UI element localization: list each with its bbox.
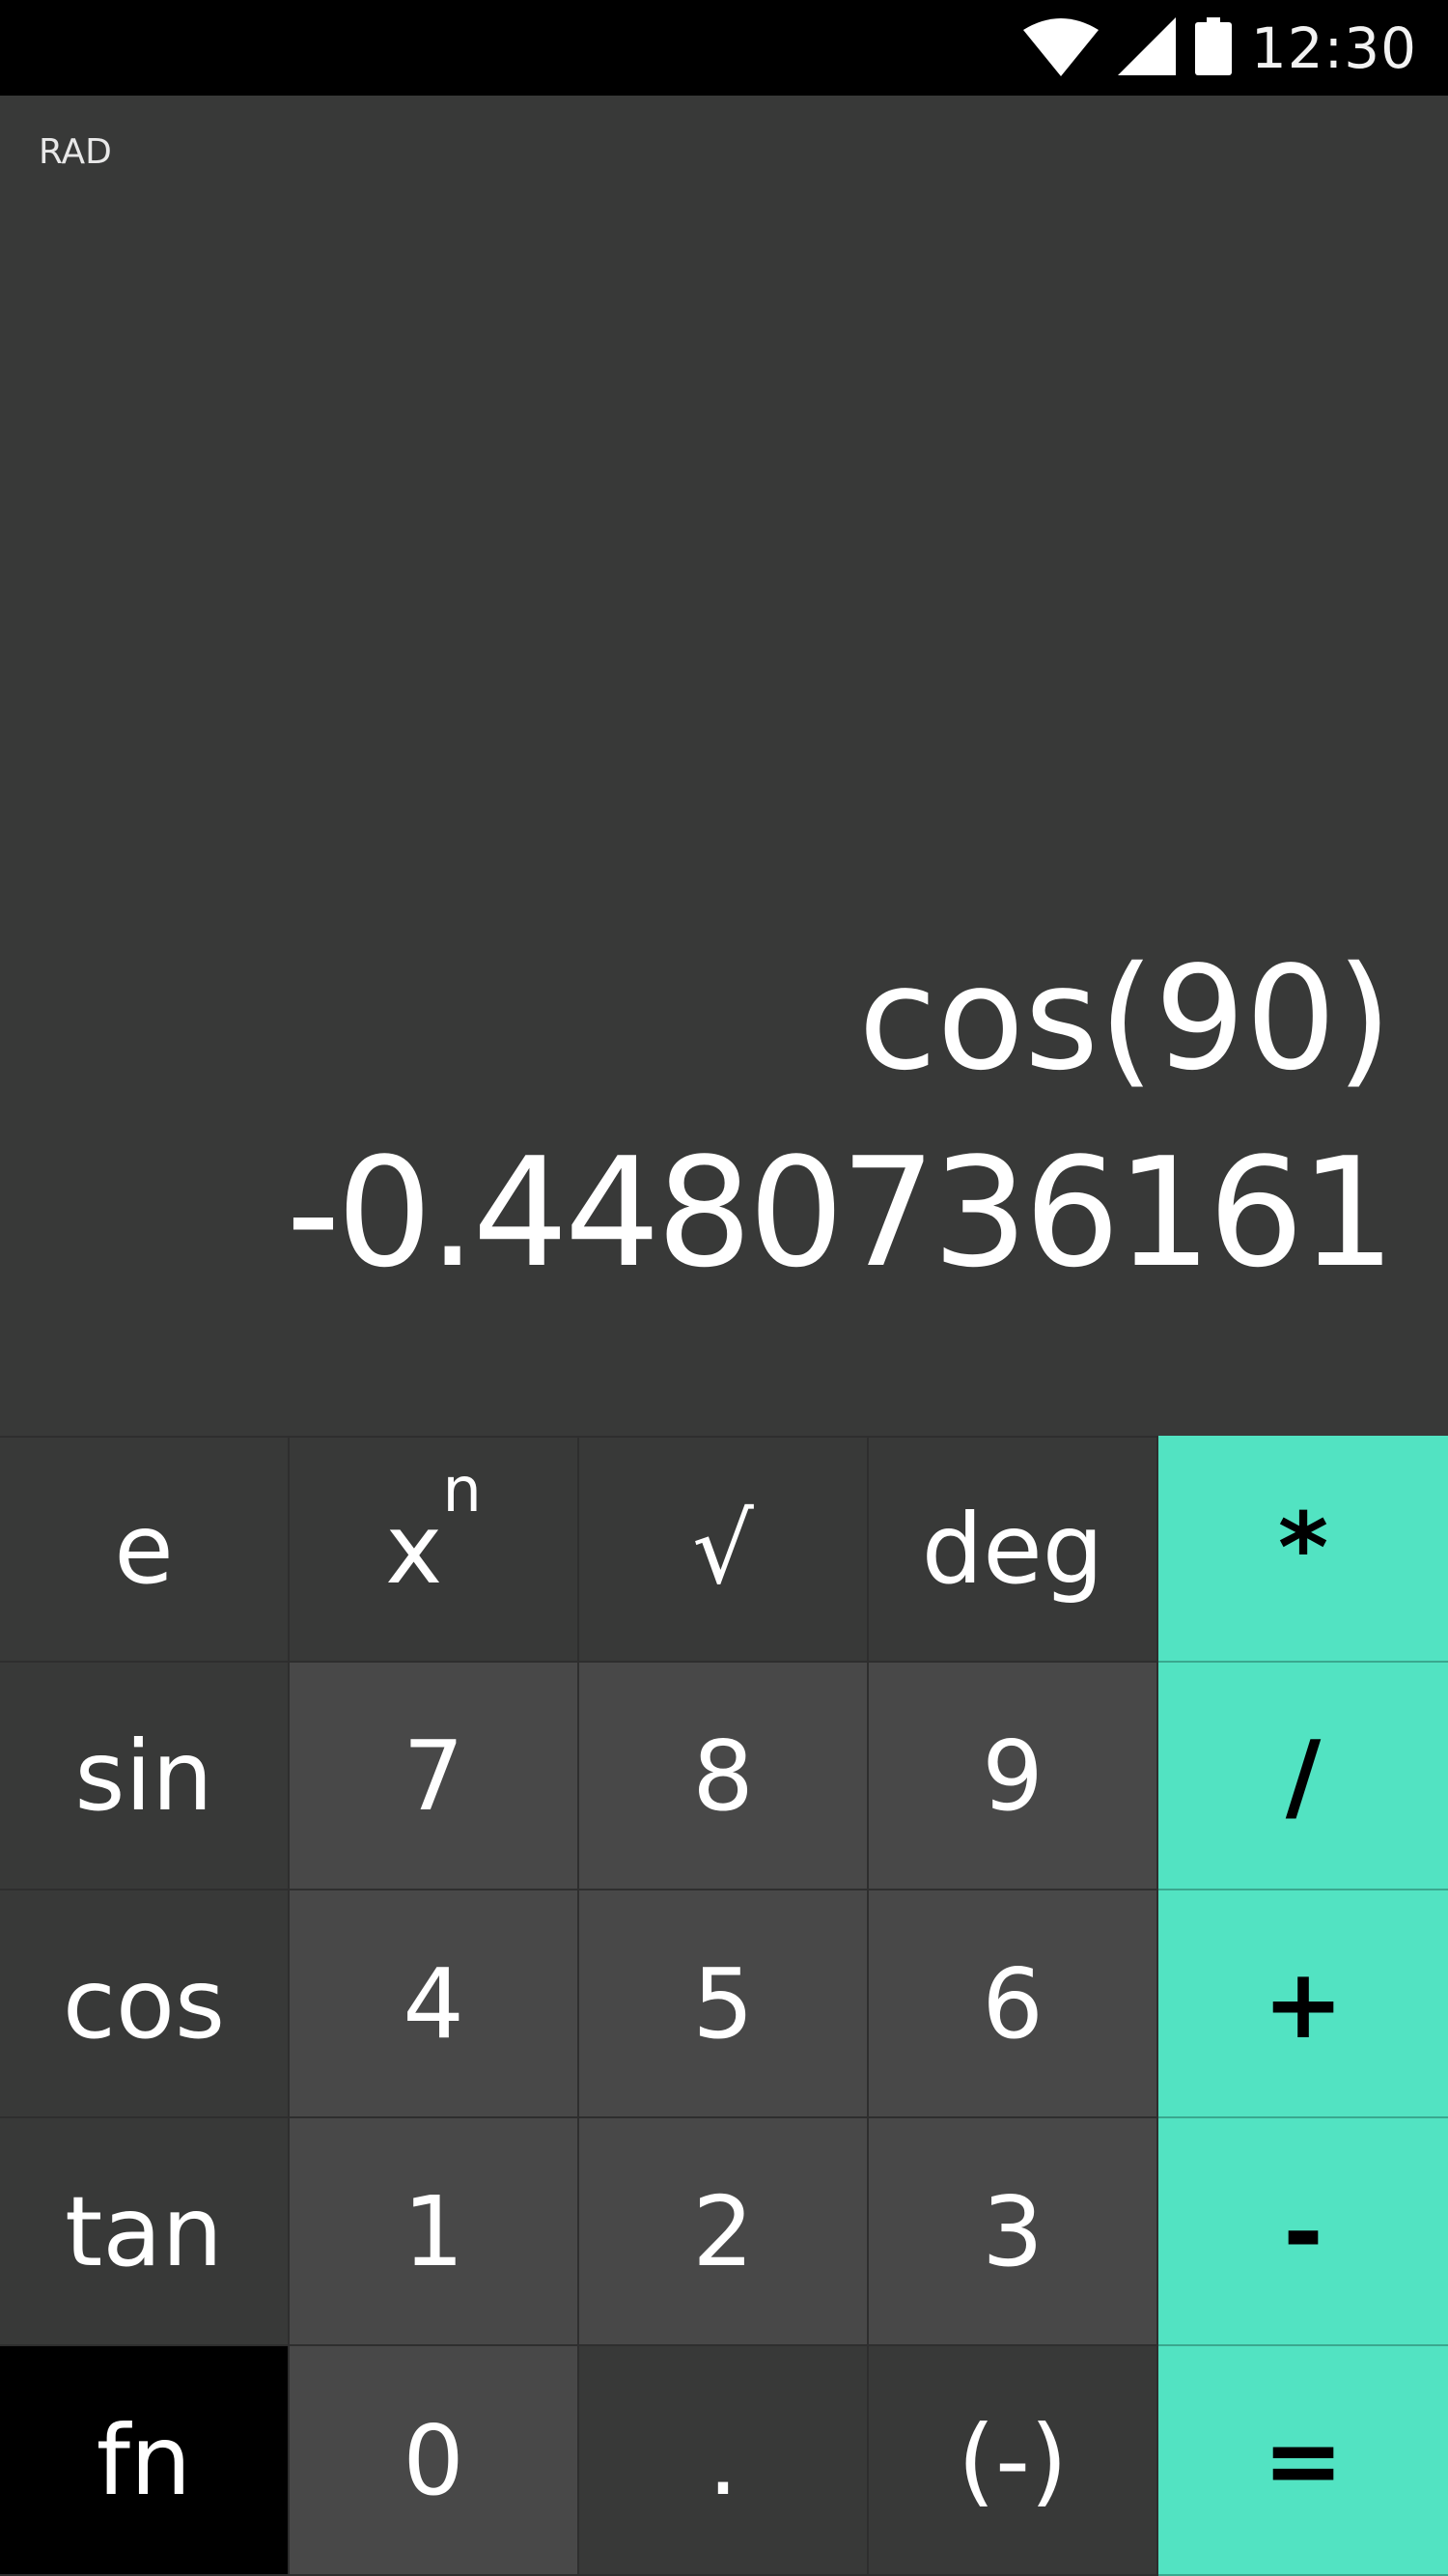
key-label: = [1263,2403,1344,2517]
key-label: fn [96,2403,192,2517]
key-divide[interactable]: / [1158,1663,1448,1890]
status-bar: 12:30 [0,0,1448,96]
key-label: deg [921,1493,1104,1606]
key-tan[interactable]: tan [0,2118,290,2346]
power-base: x [385,1493,443,1606]
key-label: 1 [403,2174,464,2288]
key-label: xn [385,1455,482,1606]
key-2[interactable]: 2 [579,2118,869,2346]
status-icons: 12:30 [1022,0,1417,96]
key-6[interactable]: 6 [869,1890,1158,2118]
key-multiply[interactable]: * [1158,1436,1448,1663]
key-8[interactable]: 8 [579,1663,869,1890]
key-label: 4 [403,1946,464,2060]
expression-text: cos(90) [858,936,1392,1102]
signal-icon [1117,16,1176,79]
key-deg[interactable]: deg [869,1436,1158,1663]
key-label: (-) [957,2403,1069,2517]
key-label: . [708,2403,738,2517]
key-cos[interactable]: cos [0,1890,290,2118]
key-label: 9 [982,1719,1044,1833]
key-label: 2 [692,2174,754,2288]
key-sqrt[interactable]: √ [579,1436,869,1663]
key-label: 8 [692,1719,754,1833]
key-5[interactable]: 5 [579,1890,869,2118]
angle-mode-label: RAD [39,132,112,172]
key-decimal[interactable]: . [579,2346,869,2576]
key-label: * [1277,1492,1329,1605]
key-label: - [1283,2174,1323,2288]
key-0[interactable]: 0 [290,2346,579,2576]
key-3[interactable]: 3 [869,2118,1158,2346]
power-exponent: n [442,1454,482,1526]
key-label: 3 [982,2174,1044,2288]
result-text: -0.4480736161 [286,1125,1396,1301]
key-power[interactable]: xn [290,1436,579,1663]
key-negate[interactable]: (-) [869,2346,1158,2576]
status-time: 12:30 [1250,14,1417,81]
key-1[interactable]: 1 [290,2118,579,2346]
key-label: 6 [982,1946,1044,2060]
key-label: / [1285,1719,1322,1833]
key-label: cos [62,1946,226,2060]
key-label: e [114,1493,174,1606]
key-label: + [1263,1946,1344,2060]
key-minus[interactable]: - [1158,2118,1448,2346]
key-4[interactable]: 4 [290,1890,579,2118]
key-label: 5 [692,1946,754,2060]
keypad: e xn √ deg * sin 7 8 9 / cos 4 5 6 + tan… [0,1436,1448,2576]
key-9[interactable]: 9 [869,1663,1158,1890]
key-plus[interactable]: + [1158,1890,1448,2118]
key-7[interactable]: 7 [290,1663,579,1890]
key-label: 0 [403,2403,464,2517]
key-equals[interactable]: = [1158,2346,1448,2576]
key-label: 7 [403,1719,464,1833]
calculator-display: RAD cos(90) -0.4480736161 [0,96,1448,1436]
key-e[interactable]: e [0,1436,290,1663]
battery-icon [1194,16,1232,79]
wifi-icon [1022,16,1099,80]
key-label: tan [65,2174,223,2288]
key-fn[interactable]: fn [0,2346,290,2576]
key-label: sin [74,1719,213,1833]
key-sin[interactable]: sin [0,1663,290,1890]
key-label: √ [692,1493,754,1606]
